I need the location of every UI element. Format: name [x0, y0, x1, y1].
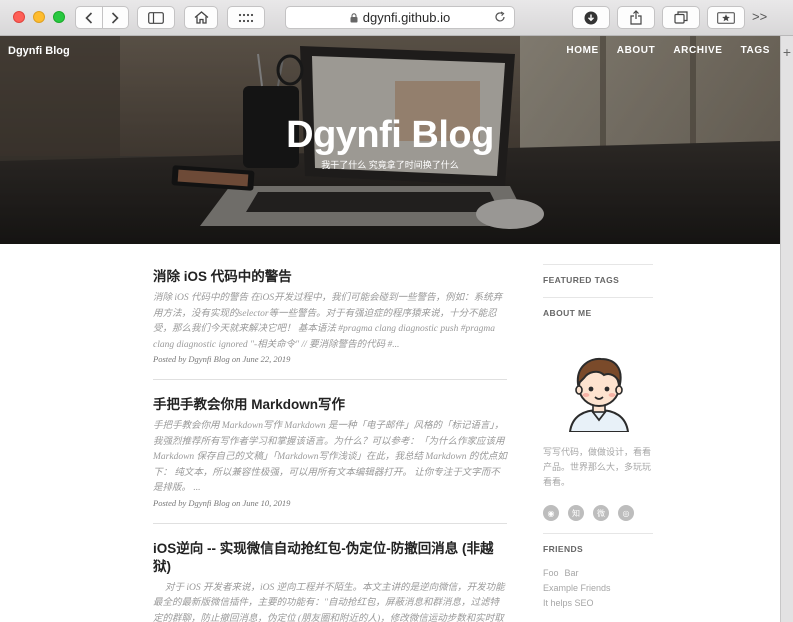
star-box-icon — [717, 11, 735, 24]
post-preview[interactable]: 消除 iOS 代码中的警告 消除 iOS 代码中的警告 在iOS开发过程中，我们… — [153, 260, 507, 364]
social-links: ◉ 知 微 ◎ — [543, 505, 653, 521]
share-button[interactable] — [617, 6, 655, 29]
featured-tags-section: FEATURED TAGS — [543, 264, 653, 297]
friends-section: FRIENDS Foo Bar Example Friends It helps … — [543, 533, 653, 611]
post-excerpt[interactable]: 消除 iOS 代码中的警告 在iOS开发过程中，我们可能会碰到一些警告，例如：系… — [153, 291, 507, 353]
close-window-button[interactable] — [13, 11, 25, 23]
zhihu-icon[interactable]: 知 — [568, 505, 584, 521]
address-bar[interactable]: dgynfi.github.io — [285, 6, 515, 29]
browser-toolbar: dgynfi.github.io >> — [0, 0, 793, 36]
reload-icon[interactable] — [494, 11, 506, 26]
post-meta: Posted by Dgynfi Blog on June 22, 2019 — [153, 354, 291, 364]
post-meta: Posted by Dgynfi Blog on June 10, 2019 — [153, 497, 291, 508]
back-button[interactable] — [76, 7, 102, 28]
post-preview[interactable]: 手把手教会你用 Markdown写作 手把手教会你用 Markdown写作 Ma… — [153, 388, 507, 508]
top-sites-button[interactable] — [227, 6, 265, 29]
post-excerpt[interactable]: 手把手教会你用 Markdown写作 Markdown 是一种「电子邮件」风格的… — [153, 419, 507, 497]
site-brand-link[interactable]: Dgynfi Blog — [8, 45, 70, 57]
sidebar-icon — [148, 11, 164, 24]
rss-icon[interactable]: ◉ — [543, 505, 559, 521]
github-icon[interactable]: ◎ — [618, 505, 634, 521]
main-nav: HOME ABOUT ARCHIVE TAGS — [566, 45, 770, 56]
post-title-link[interactable]: 消除 iOS 代码中的警告 — [153, 268, 507, 286]
sidebar: FEATURED TAGS ABOUT ME 写写代码，做做设计，看看产品。世界… — [543, 264, 653, 611]
chevron-left-icon — [85, 11, 92, 24]
downloads-button[interactable] — [572, 6, 610, 29]
url-text: dgynfi.github.io — [362, 10, 451, 25]
post-divider — [153, 379, 507, 380]
about-me-heading: ABOUT ME — [543, 308, 592, 318]
featured-tags-heading: FEATURED TAGS — [543, 275, 620, 285]
sidebar-toggle-button[interactable] — [137, 6, 175, 29]
tabs-icon — [674, 11, 688, 24]
avatar — [568, 357, 630, 433]
nav-home-link[interactable]: HOME — [566, 45, 598, 56]
chevron-right-icon — [112, 11, 119, 24]
nav-tags-link[interactable]: TAGS — [741, 45, 770, 56]
nav-about-link[interactable]: ABOUT — [617, 45, 656, 56]
toolbar-overflow-button[interactable]: >> — [752, 9, 767, 24]
forward-button[interactable] — [101, 7, 129, 28]
history-nav-group — [75, 6, 129, 29]
post-title-link[interactable]: iOS逆向 -- 实现微信自动抢红包-伪定位-防撤回消息 (非越狱) — [153, 540, 507, 576]
post-list: 消除 iOS 代码中的警告 消除 iOS 代码中的警告 在iOS开发过程中，我们… — [153, 260, 507, 622]
post-title-link[interactable]: 手把手教会你用 Markdown写作 — [153, 396, 507, 414]
minimize-window-button[interactable] — [33, 11, 45, 23]
friend-link[interactable]: Example Friends — [543, 583, 611, 593]
friends-heading: FRIENDS — [543, 544, 584, 554]
fullscreen-window-button[interactable] — [53, 11, 65, 23]
hero-header: Dgynfi Blog HOME ABOUT ARCHIVE TAGS Dgyn… — [0, 36, 780, 244]
download-icon — [584, 11, 598, 24]
lock-icon — [350, 12, 358, 23]
nav-archive-link[interactable]: ARCHIVE — [673, 45, 722, 56]
weibo-icon[interactable]: 微 — [593, 505, 609, 521]
friends-row: It helps SEO — [543, 596, 653, 611]
friend-link[interactable]: It helps SEO — [543, 598, 594, 608]
post-excerpt[interactable]: 对于 iOS 开发者来说，iOS 逆向工程并不陌生。本文主讲的是逆向微信，开发功… — [153, 581, 507, 622]
home-icon — [194, 11, 208, 24]
post-divider — [153, 522, 507, 524]
friend-link[interactable]: Bar — [565, 568, 579, 578]
friends-row: Foo Bar — [543, 566, 653, 581]
bookmark-extension-button[interactable] — [707, 6, 745, 29]
about-me-text: 写写代码，做做设计，看看产品。世界那么大，多玩玩看看。 — [543, 447, 652, 487]
friend-link[interactable]: Foo — [543, 568, 559, 578]
tab-overview-button[interactable] — [662, 6, 700, 29]
home-button[interactable] — [184, 6, 218, 29]
about-me-section: ABOUT ME 写写代码，做做设计，看看产品。世界那么大，多玩玩看看。 ◉ 知… — [543, 297, 653, 521]
new-tab-button[interactable]: + — [780, 36, 793, 622]
share-icon — [630, 10, 642, 25]
site-subtitle: 我干了什么 究竟拿了时间换了什么 — [321, 160, 459, 170]
grid-icon — [238, 13, 254, 22]
site-title: Dgynfi Blog — [286, 114, 494, 156]
post-preview[interactable]: iOS逆向 -- 实现微信自动抢红包-伪定位-防撤回消息 (非越狱) 对于 iO… — [153, 532, 507, 622]
friends-row: Example Friends — [543, 581, 653, 596]
